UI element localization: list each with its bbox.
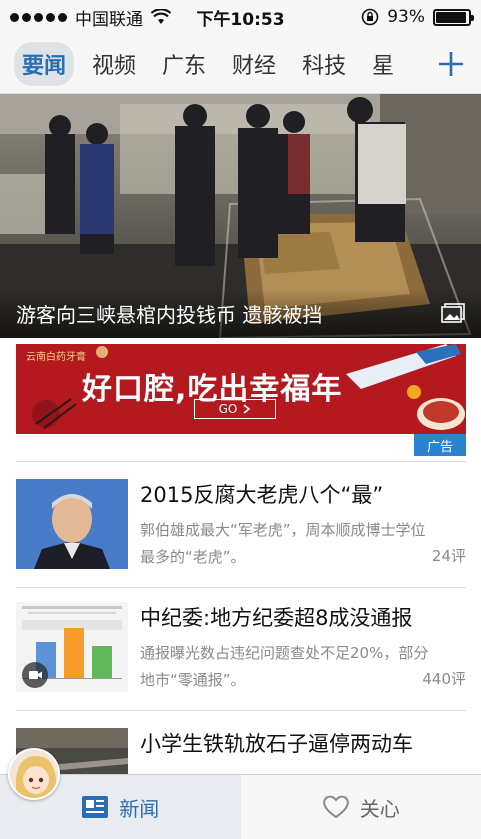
comment-count: 440评 xyxy=(422,670,466,688)
ad-banner[interactable]: 云南白药牙膏 好口腔,吃出幸福年 GO xyxy=(16,344,466,434)
battery-percent: 93% xyxy=(387,7,425,27)
divider xyxy=(16,461,466,462)
tab-channel[interactable]: 科技 xyxy=(294,42,354,86)
headline-title: 游客向三峡悬棺内投钱币 遗骸被挡 xyxy=(16,302,323,327)
carrier-name: 中国联通 xyxy=(75,9,143,30)
tab-channel[interactable]: 财经 xyxy=(224,42,284,86)
news-summary: 郭伯雄成最大“军老虎”，周本顺成博士学位最多的“老虎”。 xyxy=(140,521,426,566)
channel-bar: 要闻 视频 广东 财经 科技 星 xyxy=(0,34,481,94)
comment-count: 24评 xyxy=(431,547,466,565)
heart-icon xyxy=(322,795,349,819)
news-title: 2015反腐大老虎八个“最” xyxy=(140,483,384,507)
status-bar: 中国联通 下午10:53 93% xyxy=(0,0,481,34)
avatar[interactable] xyxy=(8,748,60,800)
bottom-tab-bar: 新闻 关心 xyxy=(0,774,481,839)
ad-go-button[interactable]: GO xyxy=(194,399,276,419)
tab-channel[interactable]: 广东 xyxy=(154,42,214,86)
tab-channel[interactable]: 要闻 xyxy=(14,42,75,86)
tab-channel[interactable]: 视频 xyxy=(84,42,144,86)
wifi-icon xyxy=(151,9,171,24)
rotation-lock-icon xyxy=(361,8,379,26)
plus-icon xyxy=(439,52,463,76)
divider xyxy=(16,587,466,588)
news-summary: 通报曝光数占违纪问题查处不足20%，部分地市“零通报”。 xyxy=(140,644,429,689)
news-title: 小学生铁轨放石子逼停两动车 xyxy=(140,732,413,756)
video-icon xyxy=(22,662,48,688)
news-title: 中纪委:地方纪委超8成没通报 xyxy=(140,606,413,630)
add-channel-button[interactable] xyxy=(421,34,481,93)
newspaper-icon xyxy=(82,796,109,818)
ad-badge: 广告 xyxy=(414,434,466,456)
gallery-icon xyxy=(441,303,465,323)
news-thumbnail xyxy=(16,479,128,569)
news-item[interactable]: 小学生铁轨放石子逼停两动车 xyxy=(16,728,466,774)
tab-follow[interactable]: 关心 xyxy=(241,775,481,839)
headline-banner[interactable]: 游客向三峡悬棺内投钱币 遗骸被挡 xyxy=(0,94,481,338)
ad-go-label: GO xyxy=(218,402,238,416)
tab-follow-label: 关心 xyxy=(359,796,400,821)
battery-icon xyxy=(433,8,474,26)
tab-news-label: 新闻 xyxy=(119,796,160,821)
divider xyxy=(16,710,466,711)
headline-caption: 游客向三峡悬棺内投钱币 遗骸被挡 xyxy=(0,288,481,338)
channel-tabs: 要闻 视频 广东 财经 科技 星 xyxy=(14,34,402,93)
news-item[interactable]: 2015反腐大老虎八个“最” 郭伯雄成最大“军老虎”，周本顺成博士学位最多的“老… xyxy=(16,479,466,575)
signal-strength-icon xyxy=(10,12,67,22)
ad-brand: 云南白药牙膏 xyxy=(26,352,86,363)
chevron-right-icon xyxy=(243,404,251,414)
news-item[interactable]: 中纪委:地方纪委超8成没通报 通报曝光数占违纪问题查处不足20%，部分地市“零通… xyxy=(16,602,466,698)
